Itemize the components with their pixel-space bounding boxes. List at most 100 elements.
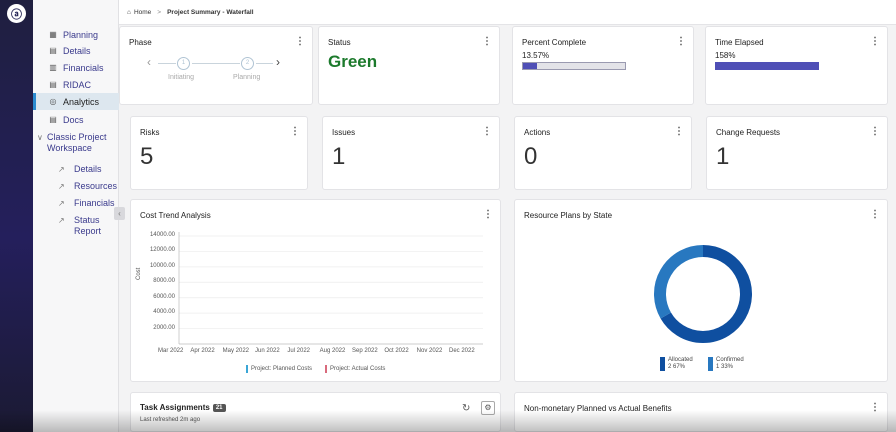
sidebar-subitem-label: Financials xyxy=(74,198,115,208)
step-connector xyxy=(256,63,273,64)
sidebar-item-analytics[interactable]: ◎ Analytics xyxy=(33,93,119,110)
x-tick-label: Sep 2022 xyxy=(352,348,378,354)
sidebar-item-label: RIDAC xyxy=(63,79,92,90)
risks-card: Risks ⋮ 5 xyxy=(130,116,308,190)
grid-icon: ▦ xyxy=(49,30,57,39)
app-logo-icon[interactable]: ⓐ xyxy=(7,4,26,23)
change-requests-count[interactable]: 1 xyxy=(716,143,729,171)
x-tick-label: May 2022 xyxy=(222,348,250,354)
time-elapsed-value: 158% xyxy=(715,51,736,60)
app-rail: ⓐ xyxy=(0,0,33,432)
x-tick-label: Jun 2022 xyxy=(255,348,280,354)
breadcrumb: ⌂ Home > Project Summary - Waterfall xyxy=(119,0,896,25)
external-link-icon: ↗ xyxy=(58,165,65,174)
percent-value: 13.57% xyxy=(522,51,550,60)
x-tick-label: Apr 2022 xyxy=(190,348,215,354)
x-tick-label: Aug 2022 xyxy=(319,348,346,354)
step-label: Initiating xyxy=(168,74,195,81)
list-icon: ▤ xyxy=(49,46,57,55)
chevron-right-icon[interactable]: › xyxy=(276,55,280,69)
card-title: Non-monetary Planned vs Actual Benefits xyxy=(524,404,672,413)
ledger-icon: ▥ xyxy=(49,63,57,72)
settings-gear-button[interactable]: ⚙ xyxy=(481,401,495,415)
kebab-menu-icon[interactable]: ⋮ xyxy=(674,126,684,137)
x-tick-label: Mar 2022 xyxy=(158,348,184,354)
table-icon: ▤ xyxy=(49,80,57,89)
status-card: Status ⋮ Green xyxy=(318,26,500,105)
legend-swatch xyxy=(708,357,713,371)
external-link-icon: ↗ xyxy=(58,199,65,208)
sidebar-subitem-label: Resources xyxy=(74,181,118,191)
sidebar-item-planning[interactable]: ▦ Planning xyxy=(33,26,119,43)
phase-card: Phase ⋮ ‹ 1 2 › Initiating Planning xyxy=(119,26,313,105)
sidebar-group-classic-workspace[interactable]: ∨ Classic Project Workspace xyxy=(37,132,107,154)
gear-icon: ⚙ xyxy=(484,403,492,412)
risks-count[interactable]: 5 xyxy=(140,143,153,171)
sidebar-subitem-resources[interactable]: ↗ Resources xyxy=(58,181,117,192)
last-refreshed-text: Last refreshed 2m ago xyxy=(140,417,201,423)
donut-slice-confirmed[interactable] xyxy=(654,245,704,319)
sidebar-group-label: Classic Project Workspace xyxy=(47,132,107,153)
legend-label: Allocated 2 67% xyxy=(668,357,693,370)
task-assignments-card: Task Assignments 21 Last refreshed 2m ago… xyxy=(130,392,501,432)
card-title: Actions xyxy=(524,128,551,137)
sidebar-subitem-financials[interactable]: ↗ Financials xyxy=(58,198,115,209)
x-tick-label: Oct 2022 xyxy=(384,348,409,354)
time-progress-bar xyxy=(715,62,819,70)
sidebar-item-label: Details xyxy=(63,45,91,56)
kebab-menu-icon[interactable]: ⋮ xyxy=(290,126,300,137)
donut-legend-item[interactable]: Confirmed 1 33% xyxy=(708,357,744,371)
sidebar-subitem-details[interactable]: ↗ Details xyxy=(58,164,102,175)
issues-card: Issues ⋮ 1 xyxy=(322,116,500,190)
chevron-down-icon: ∨ xyxy=(37,133,43,142)
kebab-menu-icon[interactable]: ⋮ xyxy=(482,36,492,47)
chevron-left-icon[interactable]: ‹ xyxy=(147,55,151,69)
task-count-badge: 21 xyxy=(212,403,226,412)
step-connector xyxy=(158,63,176,64)
kebab-menu-icon[interactable]: ⋮ xyxy=(870,36,880,47)
doc-icon: ▤ xyxy=(49,115,57,124)
step-indicator-2: 2 xyxy=(241,57,254,70)
collapse-sidebar-button[interactable]: ‹ xyxy=(114,207,125,220)
legend-label: Confirmed 1 33% xyxy=(716,357,744,370)
kebab-menu-icon[interactable]: ⋮ xyxy=(482,126,492,137)
external-link-icon: ↗ xyxy=(58,216,65,225)
resource-plans-card: Resource Plans by State ⋮ Allocated 2 67%… xyxy=(514,199,888,382)
breadcrumb-separator: > xyxy=(157,8,162,16)
kebab-menu-icon[interactable]: ⋮ xyxy=(870,126,880,137)
issues-count[interactable]: 1 xyxy=(332,143,345,171)
kebab-menu-icon[interactable]: ⋮ xyxy=(295,36,305,47)
home-icon[interactable]: ⌂ xyxy=(127,9,131,16)
step-connector xyxy=(192,63,240,64)
kebab-menu-icon[interactable]: ⋮ xyxy=(870,402,880,413)
sidebar: ▦ Planning ▤ Details ▥ Financials ▤ RIDAC ◎ A… xyxy=(33,0,119,432)
card-title: Risks xyxy=(140,128,160,137)
cost-trend-chart[interactable] xyxy=(131,200,502,383)
sidebar-item-financials[interactable]: ▥ Financials xyxy=(33,59,119,76)
legend-actual-costs[interactable]: Project: Actual Costs xyxy=(325,365,385,373)
legend-swatch xyxy=(660,357,665,371)
donut-legend-item[interactable]: Allocated 2 67% xyxy=(660,357,693,371)
sidebar-subitem-status-report[interactable]: ↗ Status Report xyxy=(58,215,101,237)
sidebar-item-details[interactable]: ▤ Details xyxy=(33,42,119,59)
time-elapsed-card: Time Elapsed ⋮ 158% xyxy=(705,26,888,105)
sidebar-item-label: Analytics xyxy=(63,96,100,107)
sidebar-subitem-label: Status Report xyxy=(74,215,102,236)
step-label: Planning xyxy=(233,74,261,81)
refresh-icon[interactable]: ↻ xyxy=(462,403,470,414)
breadcrumb-current: Project Summary - Waterfall xyxy=(167,8,254,16)
x-tick-label: Dec 2022 xyxy=(449,348,475,354)
card-title: Task Assignments 21 xyxy=(140,403,226,412)
benefits-card: Non-monetary Planned vs Actual Benefits … xyxy=(514,392,888,432)
cost-trend-card: Cost Trend Analysis ⋮ Cost 14000.00 12000… xyxy=(130,199,501,382)
resource-donut-chart[interactable] xyxy=(515,200,889,383)
legend-planned-costs[interactable]: Project: Planned Costs xyxy=(246,365,312,373)
breadcrumb-home[interactable]: Home xyxy=(134,9,151,16)
change-requests-card: Change Requests ⋮ 1 xyxy=(706,116,888,190)
sidebar-item-ridac[interactable]: ▤ RIDAC xyxy=(33,76,119,93)
percent-complete-card: Percent Complete ⋮ 13.57% xyxy=(512,26,694,105)
percent-progress-bar xyxy=(522,62,626,70)
actions-count[interactable]: 0 xyxy=(524,143,537,171)
sidebar-item-docs[interactable]: ▤ Docs xyxy=(33,111,119,128)
kebab-menu-icon[interactable]: ⋮ xyxy=(676,36,686,47)
